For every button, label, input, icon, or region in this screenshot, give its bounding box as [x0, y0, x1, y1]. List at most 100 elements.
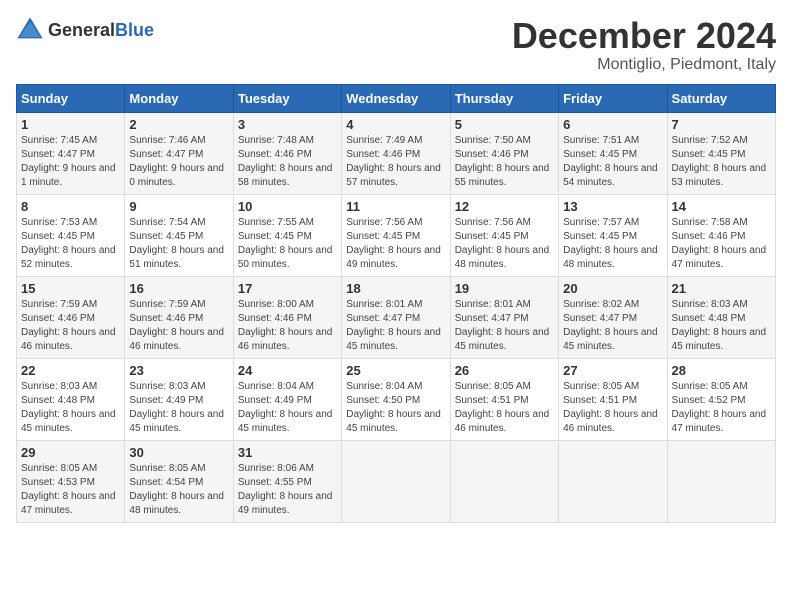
day-number: 11 — [346, 199, 445, 214]
cell-info: Sunrise: 7:56 AMSunset: 4:45 PMDaylight:… — [346, 216, 445, 272]
cell-info: Sunrise: 8:03 AMSunset: 4:48 PMDaylight:… — [21, 380, 120, 436]
day-number: 19 — [455, 281, 554, 296]
calendar-cell — [667, 440, 775, 522]
week-row: 8 Sunrise: 7:53 AMSunset: 4:45 PMDaylight… — [17, 194, 776, 276]
day-number: 22 — [21, 363, 120, 378]
day-header-thursday: Thursday — [450, 84, 558, 112]
day-number: 3 — [238, 117, 337, 132]
calendar-cell: 10 Sunrise: 7:55 AMSunset: 4:45 PMDayligh… — [233, 194, 341, 276]
calendar-cell — [450, 440, 558, 522]
calendar-cell: 27 Sunrise: 8:05 AMSunset: 4:51 PMDayligh… — [559, 358, 667, 440]
calendar-cell: 16Sunrise: 7:59 AMSunset: 4:46 PMDayligh… — [125, 276, 233, 358]
day-header-friday: Friday — [559, 84, 667, 112]
day-number: 18 — [346, 281, 445, 296]
day-number: 2 — [129, 117, 228, 132]
calendar-cell: 5 Sunrise: 7:50 AMSunset: 4:46 PMDaylight… — [450, 112, 558, 194]
day-number: 25 — [346, 363, 445, 378]
day-number: 5 — [455, 117, 554, 132]
cell-info: Sunrise: 8:05 AMSunset: 4:51 PMDaylight:… — [563, 380, 662, 436]
week-row: 1 Sunrise: 7:45 AMSunset: 4:47 PMDaylight… — [17, 112, 776, 194]
logo-text-general: General — [48, 20, 115, 40]
calendar-cell: 28 Sunrise: 8:05 AMSunset: 4:52 PMDayligh… — [667, 358, 775, 440]
cell-info: Sunrise: 8:04 AMSunset: 4:49 PMDaylight:… — [238, 380, 337, 436]
cell-info: Sunrise: 7:50 AMSunset: 4:46 PMDaylight:… — [455, 134, 554, 190]
calendar-cell: 22 Sunrise: 8:03 AMSunset: 4:48 PMDayligh… — [17, 358, 125, 440]
cell-info: Sunrise: 8:04 AMSunset: 4:50 PMDaylight:… — [346, 380, 445, 436]
day-number: 31 — [238, 445, 337, 460]
day-number: 17 — [238, 281, 337, 296]
cell-info: Sunrise: 8:00 AMSunset: 4:46 PMDaylight:… — [238, 298, 337, 354]
month-title: December 2024 — [512, 16, 776, 56]
day-number: 10 — [238, 199, 337, 214]
calendar-cell: 9 Sunrise: 7:54 AMSunset: 4:45 PMDaylight… — [125, 194, 233, 276]
day-number: 15 — [21, 281, 120, 296]
day-header-monday: Monday — [125, 84, 233, 112]
cell-info: Sunrise: 7:59 AMSunset: 4:46 PMDaylight:… — [21, 298, 120, 354]
cell-info: Sunrise: 7:46 AMSunset: 4:47 PMDaylight:… — [129, 134, 228, 190]
header: GeneralBlue December 2024 Montiglio, Pie… — [16, 16, 776, 74]
calendar-cell: 23 Sunrise: 8:03 AMSunset: 4:49 PMDayligh… — [125, 358, 233, 440]
week-row: 15 Sunrise: 7:59 AMSunset: 4:46 PMDayligh… — [17, 276, 776, 358]
day-header-sunday: Sunday — [17, 84, 125, 112]
day-number: 9 — [129, 199, 228, 214]
cell-info: Sunrise: 8:05 AMSunset: 4:53 PMDaylight:… — [21, 462, 120, 518]
day-number: 14 — [672, 199, 771, 214]
day-header-tuesday: Tuesday — [233, 84, 341, 112]
calendar-cell: 30Sunrise: 8:05 AMSunset: 4:54 PMDayligh… — [125, 440, 233, 522]
cell-info: Sunrise: 8:02 AMSunset: 4:47 PMDaylight:… — [563, 298, 662, 354]
cell-info: Sunrise: 7:55 AMSunset: 4:45 PMDaylight:… — [238, 216, 337, 272]
calendar-cell: 3Sunrise: 7:48 AMSunset: 4:46 PMDaylight… — [233, 112, 341, 194]
week-row: 29 Sunrise: 8:05 AMSunset: 4:53 PMDayligh… — [17, 440, 776, 522]
cell-info: Sunrise: 8:03 AMSunset: 4:48 PMDaylight:… — [672, 298, 771, 354]
day-number: 21 — [672, 281, 771, 296]
day-number: 26 — [455, 363, 554, 378]
day-number: 29 — [21, 445, 120, 460]
cell-info: Sunrise: 8:05 AMSunset: 4:54 PMDaylight:… — [129, 462, 228, 518]
calendar-cell: 11 Sunrise: 7:56 AMSunset: 4:45 PMDayligh… — [342, 194, 450, 276]
day-number: 8 — [21, 199, 120, 214]
calendar-cell: 19 Sunrise: 8:01 AMSunset: 4:47 PMDayligh… — [450, 276, 558, 358]
day-number: 16 — [129, 281, 228, 296]
cell-info: Sunrise: 7:45 AMSunset: 4:47 PMDaylight:… — [21, 134, 120, 190]
day-number: 23 — [129, 363, 228, 378]
calendar-cell — [342, 440, 450, 522]
calendar-cell: 13 Sunrise: 7:57 AMSunset: 4:45 PMDayligh… — [559, 194, 667, 276]
day-number: 1 — [21, 117, 120, 132]
location-title: Montiglio, Piedmont, Italy — [512, 56, 776, 74]
logo-text-blue: Blue — [115, 20, 154, 40]
cell-info: Sunrise: 8:03 AMSunset: 4:49 PMDaylight:… — [129, 380, 228, 436]
day-number: 13 — [563, 199, 662, 214]
day-header-saturday: Saturday — [667, 84, 775, 112]
cell-info: Sunrise: 7:49 AMSunset: 4:46 PMDaylight:… — [346, 134, 445, 190]
calendar-cell: 14Sunrise: 7:58 AMSunset: 4:46 PMDayligh… — [667, 194, 775, 276]
cell-info: Sunrise: 7:57 AMSunset: 4:45 PMDaylight:… — [563, 216, 662, 272]
calendar-cell: 7Sunrise: 7:52 AMSunset: 4:45 PMDaylight… — [667, 112, 775, 194]
cell-info: Sunrise: 7:53 AMSunset: 4:45 PMDaylight:… — [21, 216, 120, 272]
calendar-cell: 31 Sunrise: 8:06 AMSunset: 4:55 PMDayligh… — [233, 440, 341, 522]
calendar-cell: 2 Sunrise: 7:46 AMSunset: 4:47 PMDaylight… — [125, 112, 233, 194]
calendar-cell: 15 Sunrise: 7:59 AMSunset: 4:46 PMDayligh… — [17, 276, 125, 358]
calendar-cell: 8 Sunrise: 7:53 AMSunset: 4:45 PMDaylight… — [17, 194, 125, 276]
day-header-wednesday: Wednesday — [342, 84, 450, 112]
day-number: 28 — [672, 363, 771, 378]
cell-info: Sunrise: 8:06 AMSunset: 4:55 PMDaylight:… — [238, 462, 337, 518]
calendar-cell: 17 Sunrise: 8:00 AMSunset: 4:46 PMDayligh… — [233, 276, 341, 358]
week-row: 22 Sunrise: 8:03 AMSunset: 4:48 PMDayligh… — [17, 358, 776, 440]
calendar-cell: 20Sunrise: 8:02 AMSunset: 4:47 PMDayligh… — [559, 276, 667, 358]
cell-info: Sunrise: 7:56 AMSunset: 4:45 PMDaylight:… — [455, 216, 554, 272]
calendar-cell: 21 Sunrise: 8:03 AMSunset: 4:48 PMDayligh… — [667, 276, 775, 358]
day-number: 27 — [563, 363, 662, 378]
day-number: 4 — [346, 117, 445, 132]
calendar-table: SundayMondayTuesdayWednesdayThursdayFrid… — [16, 84, 776, 523]
calendar-cell: 24 Sunrise: 8:04 AMSunset: 4:49 PMDayligh… — [233, 358, 341, 440]
logo: GeneralBlue — [16, 16, 154, 44]
cell-info: Sunrise: 8:01 AMSunset: 4:47 PMDaylight:… — [455, 298, 554, 354]
cell-info: Sunrise: 8:05 AMSunset: 4:51 PMDaylight:… — [455, 380, 554, 436]
day-number: 12 — [455, 199, 554, 214]
cell-info: Sunrise: 8:05 AMSunset: 4:52 PMDaylight:… — [672, 380, 771, 436]
calendar-cell: 1 Sunrise: 7:45 AMSunset: 4:47 PMDaylight… — [17, 112, 125, 194]
day-number: 6 — [563, 117, 662, 132]
day-number: 24 — [238, 363, 337, 378]
cell-info: Sunrise: 7:54 AMSunset: 4:45 PMDaylight:… — [129, 216, 228, 272]
calendar-cell: 12 Sunrise: 7:56 AMSunset: 4:45 PMDayligh… — [450, 194, 558, 276]
